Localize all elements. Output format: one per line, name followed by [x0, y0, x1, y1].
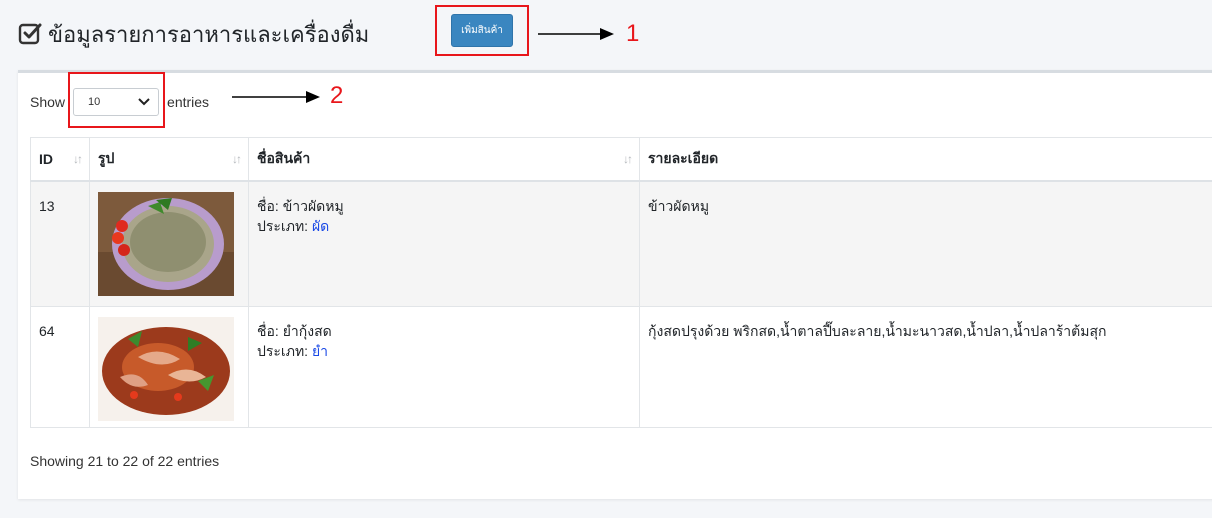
products-table: ID ↓↑ รูป ↓↑ ชื่อสินค้า ↓↑ รายละเอียด 13 — [30, 137, 1212, 428]
sort-icon: ↓↑ — [623, 152, 633, 166]
cell-detail: กุ้งสดปรุงด้วย พริกสด,น้ำตาลปี๊บละลาย,น้… — [639, 306, 1212, 428]
product-type-link[interactable]: ผัด — [312, 218, 329, 234]
annotation-arrow-2 — [232, 91, 320, 103]
food-photo-spicy-shrimp-salad-icon — [98, 317, 234, 421]
cell-image — [89, 306, 249, 428]
column-header-id[interactable]: ID ↓↑ — [30, 137, 90, 182]
annotation-arrow-1 — [538, 28, 614, 40]
annotation-label-2: 2 — [330, 82, 344, 109]
sort-icon: ↓↑ — [73, 152, 83, 166]
sort-icon: ↓↑ — [232, 152, 242, 166]
column-header-detail[interactable]: รายละเอียด — [639, 137, 1212, 182]
length-menu: Show 10 entries — [30, 87, 209, 117]
table-info: Showing 21 to 22 of 22 entries — [30, 453, 220, 469]
page-header: ข้อมูลรายการอาหารและเครื่องดื่ม — [18, 14, 369, 54]
table-row: 13 ชื่อ: ข้าวผัดหมู ประเภท: ผัด ข้าวผัดห… — [30, 180, 1212, 307]
cell-name: ชื่อ: ยำกุ้งสด ประเภท: ยำ — [248, 306, 640, 428]
entries-select[interactable]: 10 — [73, 88, 160, 116]
product-type: ประเภท: ผัด — [257, 218, 330, 234]
add-product-button[interactable]: เพิ่มสินค้า — [451, 14, 513, 47]
products-card: Show 10 entries ID ↓↑ รูป ↓↑ ชื่อสินค้า — [18, 70, 1212, 499]
entries-label: entries — [167, 94, 210, 110]
page-title: ข้อมูลรายการอาหารและเครื่องดื่ม — [48, 22, 370, 48]
add-button-highlight: เพิ่มสินค้า — [435, 5, 529, 56]
cell-id: 64 — [30, 306, 90, 428]
entries-select-value: 10 — [88, 96, 101, 108]
annotation-label-1: 1 — [626, 20, 640, 47]
product-name: ชื่อ: ข้าวผัดหมู — [257, 198, 344, 214]
product-type-link[interactable]: ยำ — [312, 343, 328, 359]
column-header-name[interactable]: ชื่อสินค้า ↓↑ — [248, 137, 640, 182]
food-photo-fried-rice-icon — [98, 192, 234, 296]
check-square-icon — [18, 23, 42, 45]
cell-name: ชื่อ: ข้าวผัดหมู ประเภท: ผัด — [248, 180, 640, 307]
cell-image — [89, 180, 249, 307]
cell-id: 13 — [30, 180, 90, 307]
show-label: Show — [30, 94, 66, 110]
table-header-row: ID ↓↑ รูป ↓↑ ชื่อสินค้า ↓↑ รายละเอียด — [30, 137, 1212, 182]
product-name: ชื่อ: ยำกุ้งสด — [257, 323, 332, 339]
chevron-down-icon — [138, 98, 150, 106]
cell-detail: ข้าวผัดหมู — [639, 180, 1212, 307]
table-row: 64 ชื่อ: ยำกุ้งสด ประเภท: ยำ กุ้งสดปรุงด… — [30, 306, 1212, 428]
column-header-image[interactable]: รูป ↓↑ — [89, 137, 249, 182]
product-type: ประเภท: ยำ — [257, 343, 329, 359]
